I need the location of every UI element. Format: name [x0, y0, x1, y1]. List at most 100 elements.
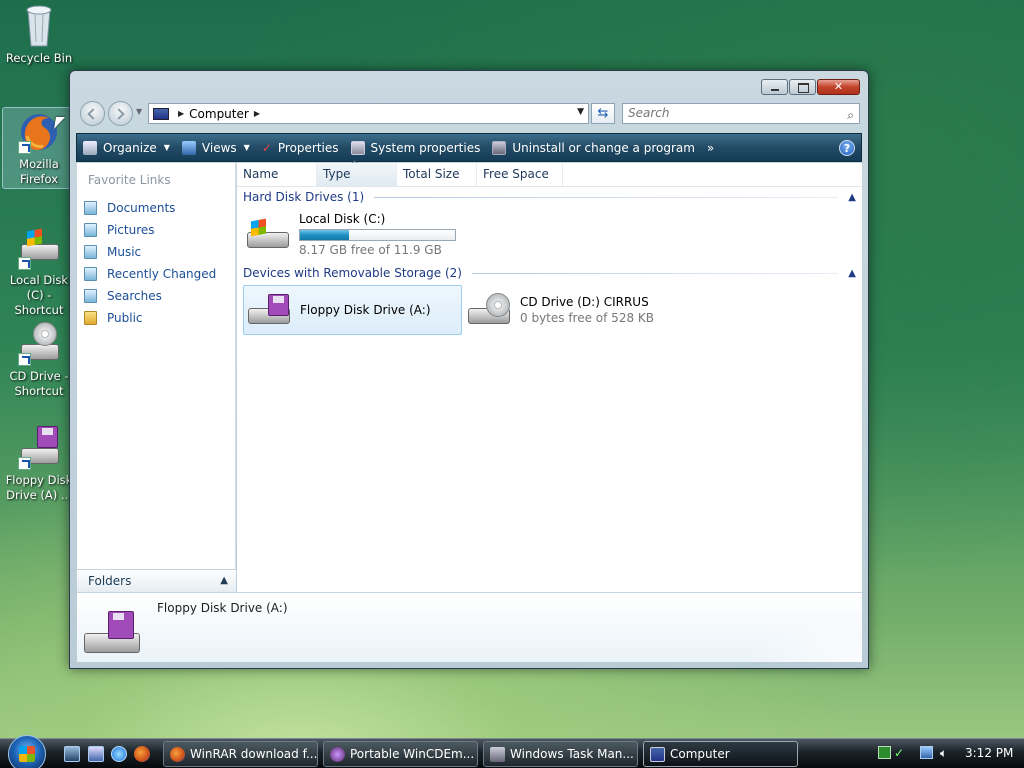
folders-toggle[interactable]: Folders ▲ — [77, 569, 236, 592]
favorite-link-searches[interactable]: Searches — [77, 285, 235, 307]
caption-buttons — [760, 79, 860, 95]
firefox-quicklaunch-icon[interactable] — [134, 746, 150, 762]
search-input[interactable]: Search ⌕ — [622, 103, 860, 124]
favorite-link-recently-changed[interactable]: Recently Changed — [77, 263, 235, 285]
taskbar: WinRAR download f... Portable WinCDEm...… — [0, 735, 1024, 768]
tray-app-icon[interactable] — [878, 746, 891, 759]
views-label: Views — [201, 140, 237, 155]
desktop-icon-cd-drive-shortcut[interactable]: CD Drive - Shortcut — [2, 320, 76, 399]
link-label: Public — [107, 311, 143, 325]
start-button[interactable] — [8, 735, 46, 768]
drive-local-disk-c[interactable]: Local Disk (C:) 8.17 GB free of 11.9 GB — [245, 212, 485, 257]
group-title: Hard Disk Drives (1) — [243, 190, 365, 204]
computer-icon — [650, 747, 665, 762]
search-placeholder: Search — [628, 106, 670, 120]
group-divider — [471, 272, 839, 274]
chevron-down-icon: ▼ — [163, 143, 170, 152]
desktop-icon-floppy-shortcut[interactable]: Floppy Disk Drive (A) ... — [2, 424, 76, 503]
favorite-link-public[interactable]: Public — [77, 307, 235, 329]
music-icon — [84, 245, 97, 259]
favorite-link-pictures[interactable]: Pictures — [77, 219, 235, 241]
column-header-free-space[interactable]: Free Space — [477, 163, 563, 186]
group-header-removable-storage[interactable]: Devices with Removable Storage (2) ▲ — [243, 266, 856, 280]
back-button[interactable] — [80, 101, 105, 126]
desktop-icon-local-disk-shortcut[interactable]: Local Disk (C) - Shortcut — [2, 224, 76, 318]
details-pane: Floppy Disk Drive (A:) — [77, 592, 862, 662]
views-button[interactable]: Views ▼ — [176, 134, 256, 161]
help-icon[interactable]: ? — [839, 140, 855, 156]
network-icon[interactable] — [920, 746, 933, 759]
organize-label: Organize — [103, 140, 157, 155]
drive-free-space: 0 bytes free of 528 KB — [520, 311, 654, 325]
minimize-button[interactable] — [761, 79, 788, 95]
desktop-icon-label: Recycle Bin — [5, 51, 73, 65]
recent-pages-dropdown-icon[interactable]: ▼ — [136, 107, 142, 116]
documents-icon — [84, 201, 97, 215]
favorite-link-music[interactable]: Music — [77, 241, 235, 263]
properties-label: Properties — [277, 140, 339, 155]
more-commands-button[interactable]: » — [701, 134, 720, 161]
maximize-button[interactable] — [789, 79, 816, 95]
drive-floppy-a-tile[interactable]: Floppy Disk Drive (A:) — [243, 285, 462, 335]
properties-button[interactable]: ✓ Properties — [256, 134, 345, 161]
breadcrumb-computer[interactable]: Computer — [189, 107, 249, 121]
search-icon[interactable]: ⌕ — [847, 106, 854, 125]
favorite-links-heading: Favorite Links — [88, 173, 171, 187]
system-properties-icon — [350, 140, 365, 155]
taskbar-item-task-manager[interactable]: Windows Task Man... — [483, 741, 638, 767]
internet-explorer-icon[interactable] — [111, 746, 127, 762]
desktop-icon-label: CD Drive - Shortcut — [9, 369, 69, 398]
group-title: Devices with Removable Storage (2) — [243, 266, 462, 280]
uninstall-program-button[interactable]: Uninstall or change a program — [486, 134, 701, 161]
column-headers: Name Type Total Size Free Space — [237, 154, 862, 187]
drive-name: CD Drive (D:) CIRRUS — [520, 295, 649, 309]
explorer-window: ▼ ▶ Computer ▶ ▼ ⇆ Search ⌕ Organize ▼ V… — [69, 70, 869, 669]
cd-drive-icon — [466, 293, 512, 326]
forward-button[interactable] — [108, 101, 133, 126]
task-manager-icon — [490, 747, 505, 762]
desktop-icon-label: Floppy Disk Drive (A) ... — [5, 473, 73, 502]
group-header-hard-disk-drives[interactable]: Hard Disk Drives (1) ▲ — [243, 190, 856, 204]
floppy-drive-icon — [82, 601, 142, 657]
views-icon — [181, 140, 196, 155]
taskbar-item-computer[interactable]: Computer — [643, 741, 798, 767]
close-button[interactable] — [817, 79, 860, 95]
desktop-icon-label: Local Disk (C) - Shortcut — [9, 273, 69, 317]
desktop-icon-recycle-bin[interactable]: Recycle Bin — [2, 2, 76, 66]
address-dropdown-icon[interactable]: ▼ — [577, 107, 584, 117]
drive-name: Floppy Disk Drive (A:) — [300, 303, 431, 317]
column-header-name[interactable]: Name — [237, 163, 317, 186]
folder-icon — [84, 311, 97, 325]
chevron-down-icon: ▼ — [243, 143, 250, 152]
system-properties-button[interactable]: System properties — [345, 134, 487, 161]
drive-cd-d[interactable]: CD Drive (D:) CIRRUS 0 bytes free of 528… — [466, 287, 686, 333]
switch-windows-icon[interactable] — [88, 746, 104, 762]
pictures-icon — [84, 223, 97, 237]
searches-icon — [84, 289, 97, 303]
cd-drive-icon — [15, 320, 63, 368]
desktop-icon-firefox[interactable]: Mozilla Firefox — [2, 107, 76, 189]
show-desktop-icon[interactable] — [64, 746, 80, 762]
refresh-button[interactable]: ⇆ — [591, 103, 615, 124]
shortcut-arrow-icon — [18, 141, 31, 154]
firefox-icon — [15, 108, 63, 156]
link-label: Searches — [107, 289, 162, 303]
link-label: Recently Changed — [107, 267, 217, 281]
breadcrumb-arrow-icon[interactable]: ▶ — [254, 109, 260, 118]
taskbar-item-winrar-download[interactable]: WinRAR download f... — [163, 741, 318, 767]
organize-icon — [83, 140, 97, 155]
link-label: Pictures — [107, 223, 155, 237]
task-label: Computer — [670, 747, 730, 761]
breadcrumb-arrow-icon[interactable]: ▶ — [178, 109, 184, 118]
column-header-total-size[interactable]: Total Size — [397, 163, 477, 186]
tray-check-icon[interactable]: ✓ — [894, 746, 907, 760]
address-bar[interactable]: ▶ Computer ▶ ▼ — [148, 103, 589, 124]
organize-button[interactable]: Organize ▼ — [77, 134, 176, 161]
taskbar-item-portable-wincdemu[interactable]: Portable WinCDEm... — [323, 741, 478, 767]
clock[interactable]: 3:12 PM — [965, 746, 1013, 760]
shortcut-arrow-icon — [18, 457, 31, 470]
folders-label: Folders — [88, 574, 132, 588]
column-header-type[interactable]: Type — [317, 154, 397, 186]
favorite-link-documents[interactable]: Documents — [77, 197, 235, 219]
volume-icon[interactable]: 🔈︎ — [940, 746, 953, 760]
